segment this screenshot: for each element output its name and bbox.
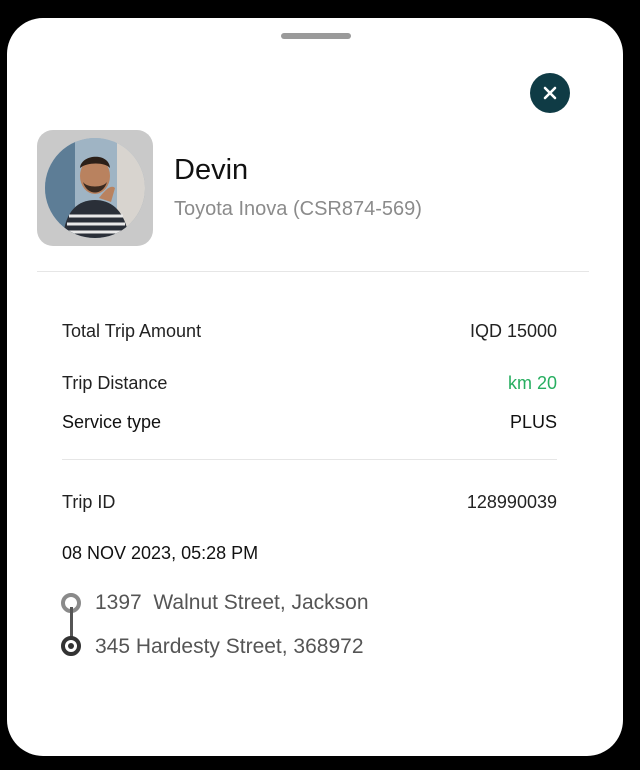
close-icon: [543, 86, 557, 100]
trip-id-value: 128990039: [466, 492, 557, 512]
driver-name: Devin: [174, 154, 249, 186]
driver-photo: [45, 138, 145, 238]
service-type-value: PLUS: [509, 412, 557, 432]
close-button[interactable]: [530, 73, 570, 113]
trip-datetime: 08 NOV 2023, 05:28 PM: [62, 543, 259, 563]
trip-distance-label: Trip Distance: [62, 373, 168, 393]
sheet-drag-handle[interactable]: [281, 33, 351, 39]
total-amount-label: Total Trip Amount: [62, 321, 202, 341]
trip-id-label: Trip ID: [62, 492, 116, 512]
details-divider: [62, 459, 557, 460]
dropoff-address: 345 Hardesty Street, 368972: [95, 635, 364, 658]
trip-distance-value: km 20: [507, 373, 557, 393]
driver-avatar: [37, 130, 153, 246]
driver-photo-illustration: [45, 138, 145, 238]
service-type-label: Service type: [62, 412, 162, 432]
trip-details-sheet: Devin Toyota Inova (CSR874-569) Total Tr…: [7, 18, 623, 756]
route-connector: [70, 607, 73, 639]
dropoff-pin-icon: [61, 636, 81, 656]
header-divider: [37, 271, 589, 272]
vehicle-info: Toyota Inova (CSR874-569): [174, 198, 422, 220]
total-amount-value: IQD 15000: [469, 321, 557, 341]
pickup-address: 1397 Walnut Street, Jackson: [95, 591, 369, 614]
